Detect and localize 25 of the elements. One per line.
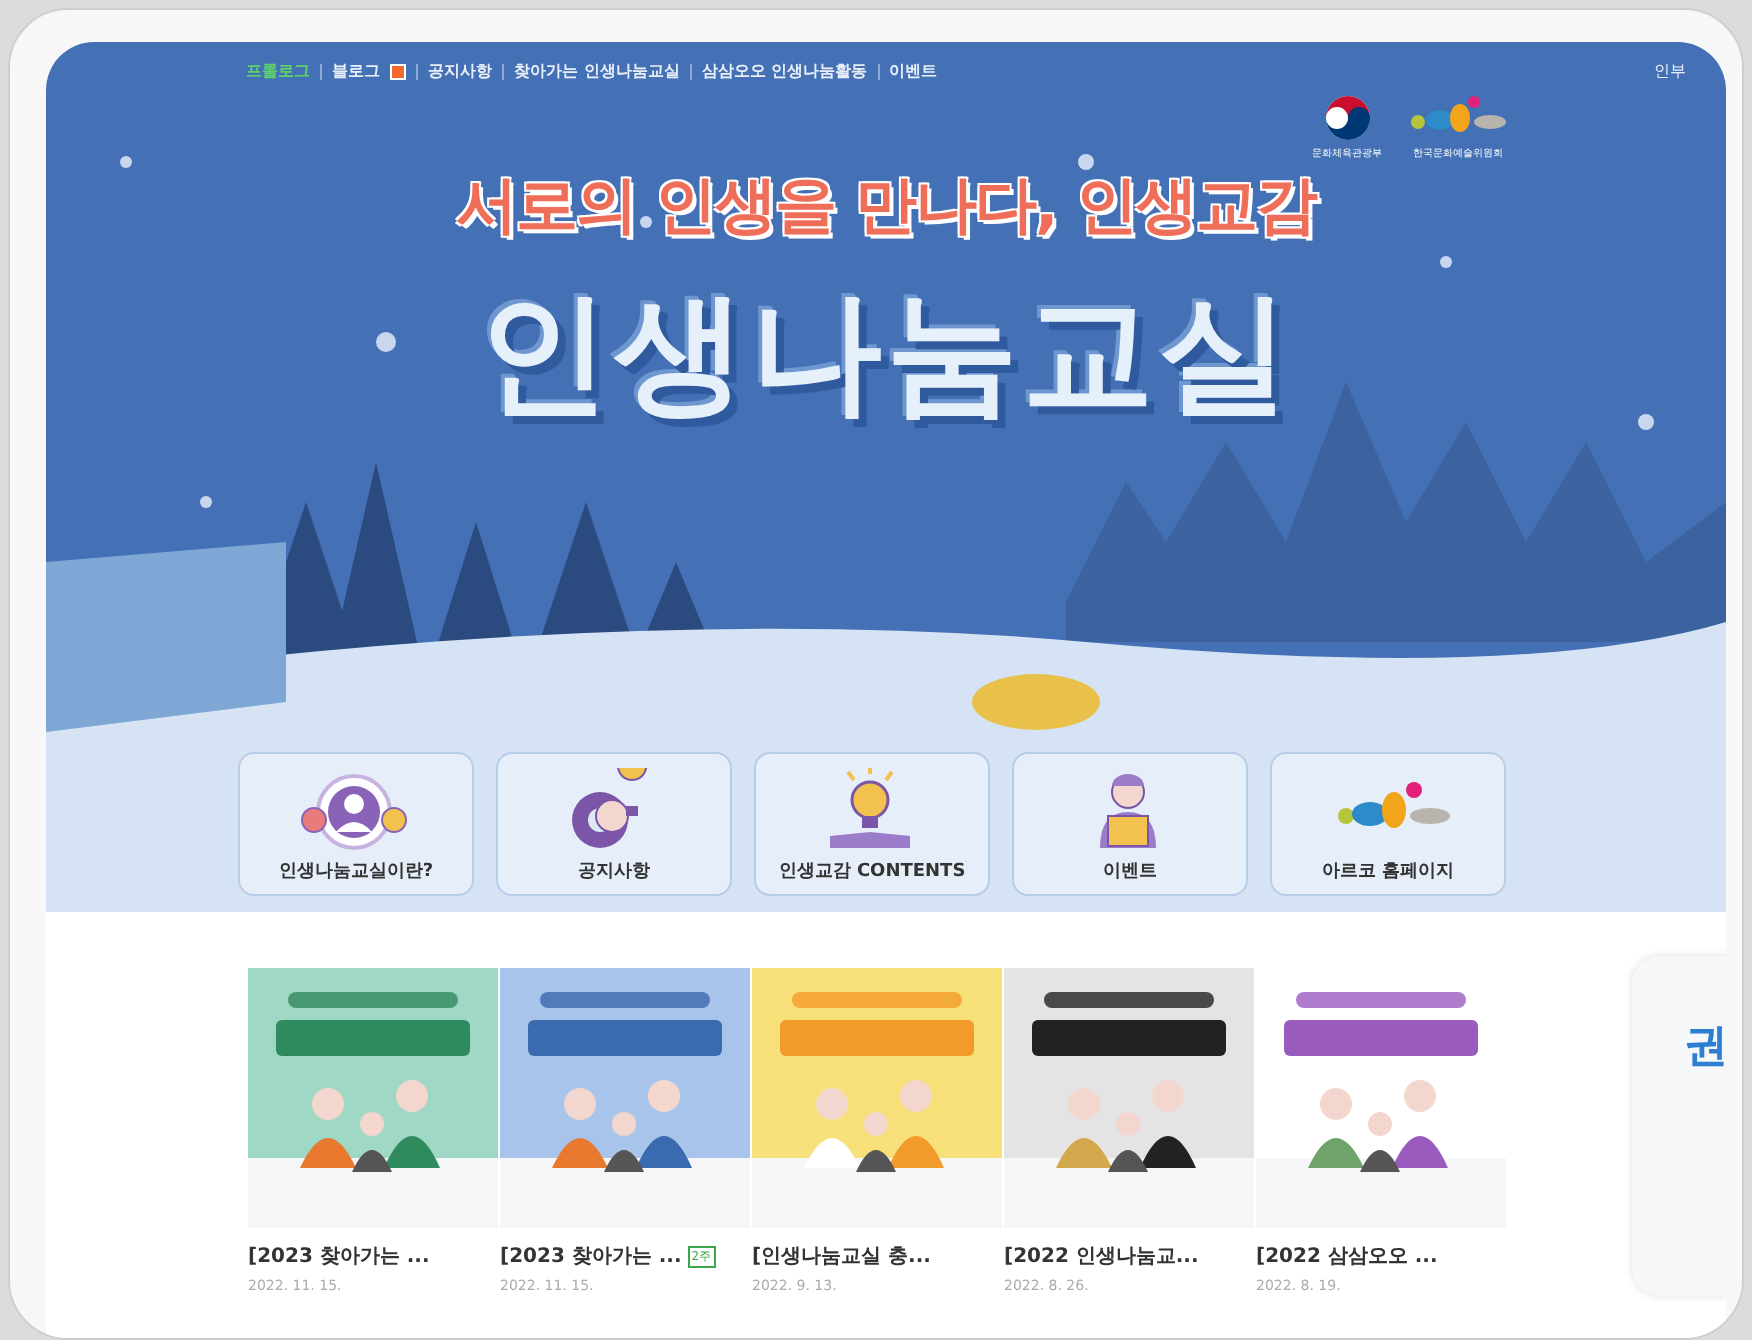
quick-link-card[interactable]: 인생교감 CONTENTS [754,752,990,896]
card-label: 공지사항 [578,860,650,884]
post-title[interactable]: [2023 찾아가는 ... [248,1242,430,1270]
quick-link-card[interactable]: 이벤트 [1012,752,1248,896]
nav-link[interactable]: 삼삼오오 인생나눔활동 [701,60,868,82]
nav-link[interactable]: 이벤트 [889,60,938,82]
side-card[interactable]: 권 [1632,956,1726,1296]
post-title[interactable]: [2023 찾아가는 ... [500,1242,682,1270]
hero-subtitle: 서로의 인생을 만나다, 인생교감 [455,168,1317,246]
card-heading: 권 [1684,1022,1726,1072]
hero-title: 인생나눔교실 [478,274,1294,434]
card-label: 아르코 홈페이지 [1321,860,1455,884]
nav-link[interactable]: 공지사항 [428,60,492,82]
post-title[interactable]: [인생나눔교실 충... [752,1242,931,1270]
card-label: 이벤트 [1103,860,1157,884]
quick-link-card[interactable]: 공지사항 [496,752,732,896]
quick-link-card[interactable]: 인생나눔교실이란? [238,752,474,896]
nav-link[interactable]: 블로그 [332,60,380,82]
card-label: 인생교감 CONTENTS [778,860,966,884]
quick-link-card[interactable]: 아르코 홈페이지 [1270,752,1506,896]
nav-link[interactable]: 찾아가는 인생나눔교실 [514,60,680,82]
post-title[interactable]: [2022 인생나눔교... [1004,1242,1199,1270]
nav-link[interactable]: 인부 [1654,60,1686,82]
post-title[interactable]: [2022 삼삼오오 ... [1256,1242,1438,1270]
card-label: 인생나눔교실이란? [278,860,434,884]
